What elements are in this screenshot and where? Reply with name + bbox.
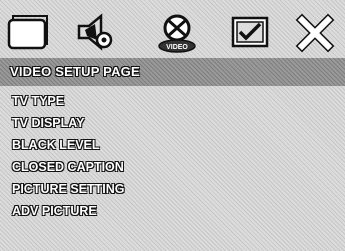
- exit-icon[interactable]: [290, 10, 340, 54]
- menu-item-tv-display[interactable]: TV DISPLAY: [0, 112, 345, 134]
- menu-item-picture-setting[interactable]: PICTURE SETTING: [0, 178, 345, 200]
- setup-menu-screen: VIDEO VIDEO SETUP PAGE TV TYPE TV DISPLA…: [0, 0, 345, 251]
- menu-item-adv-picture[interactable]: ADV PICTURE: [0, 200, 345, 222]
- audio-setup-icon[interactable]: [73, 10, 123, 54]
- page-header: VIDEO SETUP PAGE: [0, 58, 345, 86]
- general-setup-icon[interactable]: [3, 10, 53, 54]
- menu-item-closed-caption[interactable]: CLOSED CAPTION: [0, 156, 345, 178]
- page-title: VIDEO SETUP PAGE: [10, 64, 140, 79]
- video-setup-icon[interactable]: VIDEO: [153, 10, 203, 54]
- preference-setup-icon[interactable]: [225, 10, 275, 54]
- menu-item-black-level[interactable]: BLACK LEVEL: [0, 134, 345, 156]
- video-setup-menu: TV TYPE TV DISPLAY BLACK LEVEL CLOSED CA…: [0, 90, 345, 222]
- svg-text:VIDEO: VIDEO: [166, 44, 188, 51]
- menu-item-tv-type[interactable]: TV TYPE: [0, 90, 345, 112]
- setup-tab-bar: VIDEO: [0, 0, 345, 60]
